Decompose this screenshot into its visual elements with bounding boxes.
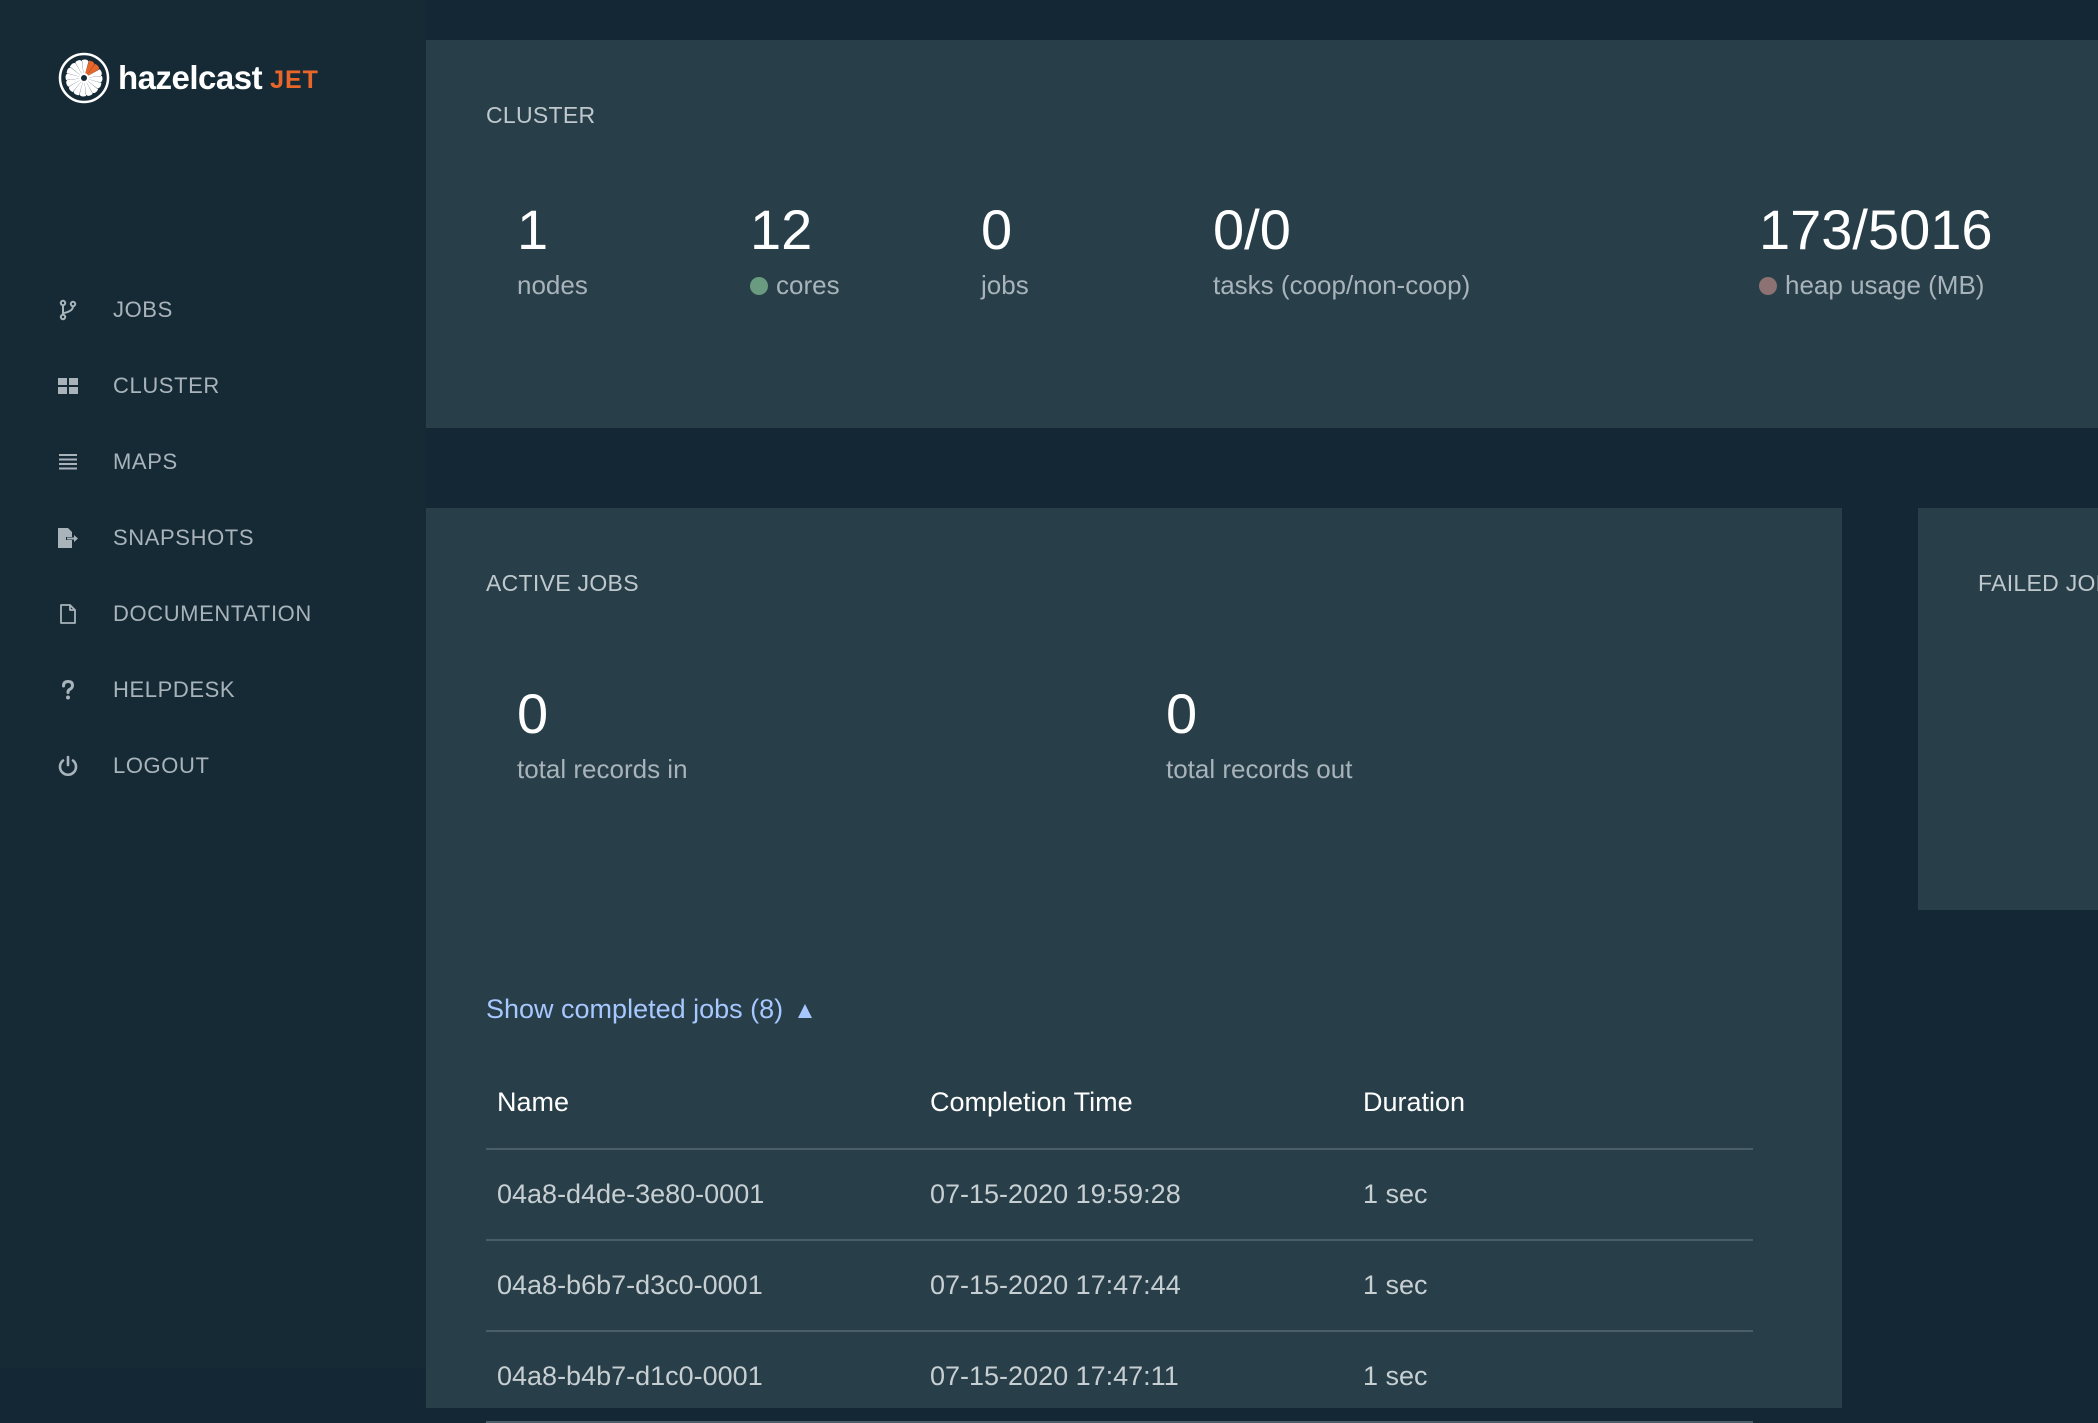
stat-heap-usage: 173/5016 heap usage (MB) [1759,202,1993,301]
column-header-completion-time[interactable]: Completion Time [919,1056,1352,1150]
stat-value: 1 [517,198,549,261]
sidebar: hazelcast JET JOBS CLUSTER MAPS SNAPSHOT… [0,0,426,1368]
sidebar-item-snapshots[interactable]: SNAPSHOTS [0,500,426,576]
sidebar-item-logout[interactable]: LOGOUT [0,728,426,804]
sidebar-item-label: MAPS [113,449,178,474]
cluster-card: CLUSTER 1 nodes 12 cores 0 jobs 0/0 task… [426,40,2098,428]
toggle-label: Show completed jobs (8) [486,994,784,1024]
brand-product: JET [270,65,319,94]
stat-jobs: 0 jobs [981,202,1029,301]
question-icon [57,679,79,701]
card-title: ACTIVE JOBS [486,570,639,596]
stat-label: tasks (coop/non-coop) [1213,270,1471,300]
stat-value: 0/0 [1213,198,1291,261]
stat-cores: 12 cores [750,202,840,301]
logo[interactable]: hazelcast JET [58,52,319,104]
hazelcast-logo-icon [58,52,110,104]
sidebar-item-jobs[interactable]: JOBS [0,272,426,348]
list-icon [57,451,79,473]
sidebar-item-label: DOCUMENTATION [113,601,312,626]
job-duration: 1 sec [1352,1240,1753,1332]
stat-label: nodes [517,270,588,300]
caret-up-icon: ▲ [793,997,817,1024]
job-name[interactable]: 04a8-b6b7-d3c0-0001 [486,1240,919,1332]
table-row[interactable]: 04a8-b6b7-d3c0-0001 07-15-2020 17:47:44 … [486,1240,1753,1332]
stat-value: 0 [1166,682,1198,745]
sidebar-item-cluster[interactable]: CLUSTER [0,348,426,424]
status-dot-icon [750,276,768,295]
sidebar-item-label: SNAPSHOTS [113,525,255,550]
card-title: CLUSTER [486,102,596,128]
table-header-row: Name Completion Time Duration [486,1056,1753,1150]
job-name[interactable]: 04a8-d4de-3e80-0001 [486,1149,919,1241]
sidebar-item-maps[interactable]: MAPS [0,424,426,500]
stat-label: total records out [1166,754,1353,784]
column-header-duration[interactable]: Duration [1352,1056,1753,1150]
job-duration: 1 sec [1352,1331,1753,1423]
status-dot-icon [1759,276,1777,295]
stat-records-out: 0 total records out [1166,686,1352,785]
sidebar-nav: JOBS CLUSTER MAPS SNAPSHOTS DOCUMENTATIO… [0,272,426,804]
job-completion-time: 07-15-2020 19:59:28 [919,1149,1352,1241]
grid-icon [57,375,79,397]
file-export-icon [57,527,79,549]
sidebar-item-label: HELPDESK [113,677,236,702]
sidebar-item-label: LOGOUT [113,753,210,778]
job-completion-time: 07-15-2020 17:47:11 [919,1331,1352,1423]
stat-value: 12 [750,198,813,261]
sidebar-item-documentation[interactable]: DOCUMENTATION [0,576,426,652]
document-icon [57,603,79,625]
column-header-name[interactable]: Name [486,1056,919,1150]
stat-value: 0 [981,198,1013,261]
stat-label: jobs [981,270,1029,300]
sidebar-item-label: JOBS [113,297,173,322]
stat-label: total records in [517,754,688,784]
stat-nodes: 1 nodes [517,202,588,301]
power-icon [57,755,79,777]
brand-name: hazelcast [118,59,263,96]
failed-jobs-card: FAILED JOBS [1918,508,2098,910]
table-row[interactable]: 04a8-d4de-3e80-0001 07-15-2020 19:59:28 … [486,1149,1753,1241]
card-title: FAILED JOBS [1978,570,2098,596]
stat-label: cores [776,270,840,300]
active-jobs-card: ACTIVE JOBS 0 total records in 0 total r… [426,508,1842,1423]
stat-records-in: 0 total records in [517,686,688,785]
job-name[interactable]: 04a8-b4b7-d1c0-0001 [486,1331,919,1423]
show-completed-jobs-link[interactable]: Show completed jobs (8) ▲ [486,994,817,1025]
stat-tasks: 0/0 tasks (coop/non-coop) [1213,202,1470,301]
stat-value: 173/5016 [1759,198,1993,261]
stat-label: heap usage (MB) [1785,270,1985,300]
stat-value: 0 [517,682,549,745]
job-duration: 1 sec [1352,1149,1753,1241]
sidebar-item-label: CLUSTER [113,373,220,398]
sidebar-item-helpdesk[interactable]: HELPDESK [0,652,426,728]
job-completion-time: 07-15-2020 17:47:44 [919,1240,1352,1332]
table-row[interactable]: 04a8-b4b7-d1c0-0001 07-15-2020 17:47:11 … [486,1331,1753,1423]
branch-icon [57,299,79,321]
